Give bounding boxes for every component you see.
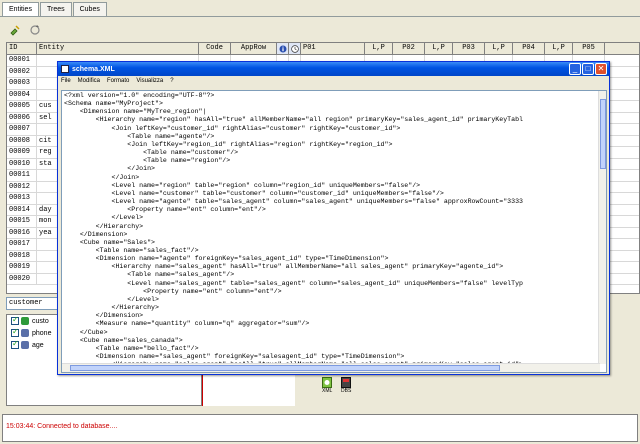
cell-id[interactable]: 00011	[7, 170, 37, 181]
header-entity[interactable]: Entity	[37, 43, 199, 54]
menu-help[interactable]: ?	[170, 76, 173, 87]
cell-id[interactable]: 00012	[7, 181, 37, 192]
scroll-thumb[interactable]	[70, 365, 500, 371]
clock-icon	[290, 44, 299, 53]
field-icon	[21, 329, 29, 337]
cell-id[interactable]: 00008	[7, 135, 37, 146]
tree-item-label: phone	[32, 329, 52, 337]
header-lp3[interactable]: L,P	[485, 43, 513, 54]
grid-header: ID Entity Code AppRow P01 L,P P02 L,P P0…	[7, 43, 639, 55]
menu-modifica[interactable]: Modifica	[78, 76, 100, 87]
scroll-thumb[interactable]	[600, 99, 606, 169]
tree-item-label: custo	[32, 317, 49, 325]
tab-entities[interactable]: Entities	[2, 2, 39, 17]
dbs-shortcut[interactable]: DBS	[341, 377, 351, 394]
checkbox[interactable]	[11, 327, 19, 337]
cell-id[interactable]: 00010	[7, 158, 37, 169]
plug-icon	[10, 25, 20, 36]
cell-id[interactable]: 00006	[7, 112, 37, 123]
cell-id[interactable]: 00016	[7, 227, 37, 238]
cell-id[interactable]: 00019	[7, 262, 37, 273]
header-clock-button[interactable]	[289, 43, 301, 54]
field-icon	[21, 341, 29, 349]
app-window: Entities Trees Cubes ID Entity Code AppR…	[0, 0, 640, 444]
cell-id[interactable]: 00009	[7, 147, 37, 158]
cell-id[interactable]: 00013	[7, 193, 37, 204]
status-message: 15:03:44: Connected to database....	[6, 423, 118, 430]
menu-formato[interactable]: Formato	[107, 76, 129, 87]
xml-editor[interactable]: <?xml version="1.0" encoding="UTF-8"?> <…	[61, 90, 607, 373]
cell-id[interactable]: 00003	[7, 78, 37, 89]
xml-text[interactable]: <?xml version="1.0" encoding="UTF-8"?> <…	[62, 91, 599, 363]
info-icon	[279, 45, 286, 52]
cell-id[interactable]: 00007	[7, 124, 37, 135]
cell-id[interactable]: 00004	[7, 89, 37, 100]
key-icon	[21, 317, 29, 325]
toolbar	[8, 23, 42, 37]
checkbox[interactable]	[11, 315, 19, 325]
xml-shortcut[interactable]: XML	[322, 377, 332, 394]
xml-viewer-window: schema.XML _ □ ✕ File Modifica Formato V…	[57, 61, 610, 375]
connect-button[interactable]	[8, 23, 22, 37]
cell-id[interactable]: 00001	[7, 55, 37, 66]
maximize-button[interactable]: □	[582, 63, 594, 75]
header-p05[interactable]: P05	[573, 43, 605, 54]
vertical-scrollbar[interactable]	[598, 91, 606, 364]
header-p03[interactable]: P03	[453, 43, 485, 54]
header-p02[interactable]: P02	[393, 43, 425, 54]
window-controls: _ □ ✕	[569, 63, 607, 75]
window-title: schema.XML	[72, 65, 115, 73]
header-code[interactable]: Code	[199, 43, 231, 54]
window-titlebar[interactable]: schema.XML	[58, 62, 609, 76]
menu-file[interactable]: File	[61, 76, 71, 87]
notepad-icon	[61, 65, 69, 73]
dbs-shortcut-label: DBS	[341, 388, 352, 394]
horizontal-scrollbar[interactable]	[62, 363, 600, 372]
refresh-icon	[30, 25, 40, 35]
close-button[interactable]: ✕	[595, 63, 607, 75]
header-lp1[interactable]: L,P	[365, 43, 393, 54]
cell-id[interactable]: 00020	[7, 273, 37, 284]
menu-visualizza[interactable]: Visualizza	[136, 76, 163, 87]
header-lp2[interactable]: L,P	[425, 43, 453, 54]
cell-id[interactable]: 00005	[7, 101, 37, 112]
tab-strip: Entities Trees Cubes	[2, 2, 108, 17]
header-p04[interactable]: P04	[513, 43, 545, 54]
refresh-button[interactable]	[28, 23, 42, 37]
header-id[interactable]: ID	[7, 43, 37, 54]
cell-id[interactable]: 00002	[7, 66, 37, 77]
minimize-button[interactable]: _	[569, 63, 581, 75]
cell-id[interactable]: 00018	[7, 250, 37, 261]
xml-file-icon	[322, 377, 333, 388]
xml-shortcut-label: XML	[322, 388, 333, 394]
tab-divider	[0, 16, 640, 17]
header-info-button[interactable]	[277, 43, 289, 54]
tab-trees[interactable]: Trees	[39, 2, 72, 16]
database-icon	[341, 377, 352, 388]
checkbox[interactable]	[11, 339, 19, 349]
maximize-icon: □	[585, 64, 591, 73]
header-lp4[interactable]: L,P	[545, 43, 573, 54]
tab-cubes[interactable]: Cubes	[72, 2, 107, 16]
header-approw[interactable]: AppRow	[231, 43, 277, 54]
cell-id[interactable]: 00015	[7, 216, 37, 227]
header-p01[interactable]: P01	[301, 43, 365, 54]
log-panel: 15:03:44: Connected to database....	[2, 414, 638, 442]
close-icon: ✕	[597, 64, 605, 73]
tree-item-label: age	[32, 341, 44, 349]
cell-id[interactable]: 00017	[7, 239, 37, 250]
window-menubar: File Modifica Formato Visualizza ?	[58, 76, 609, 87]
minimize-icon: _	[572, 64, 578, 73]
cell-id[interactable]: 00014	[7, 204, 37, 215]
